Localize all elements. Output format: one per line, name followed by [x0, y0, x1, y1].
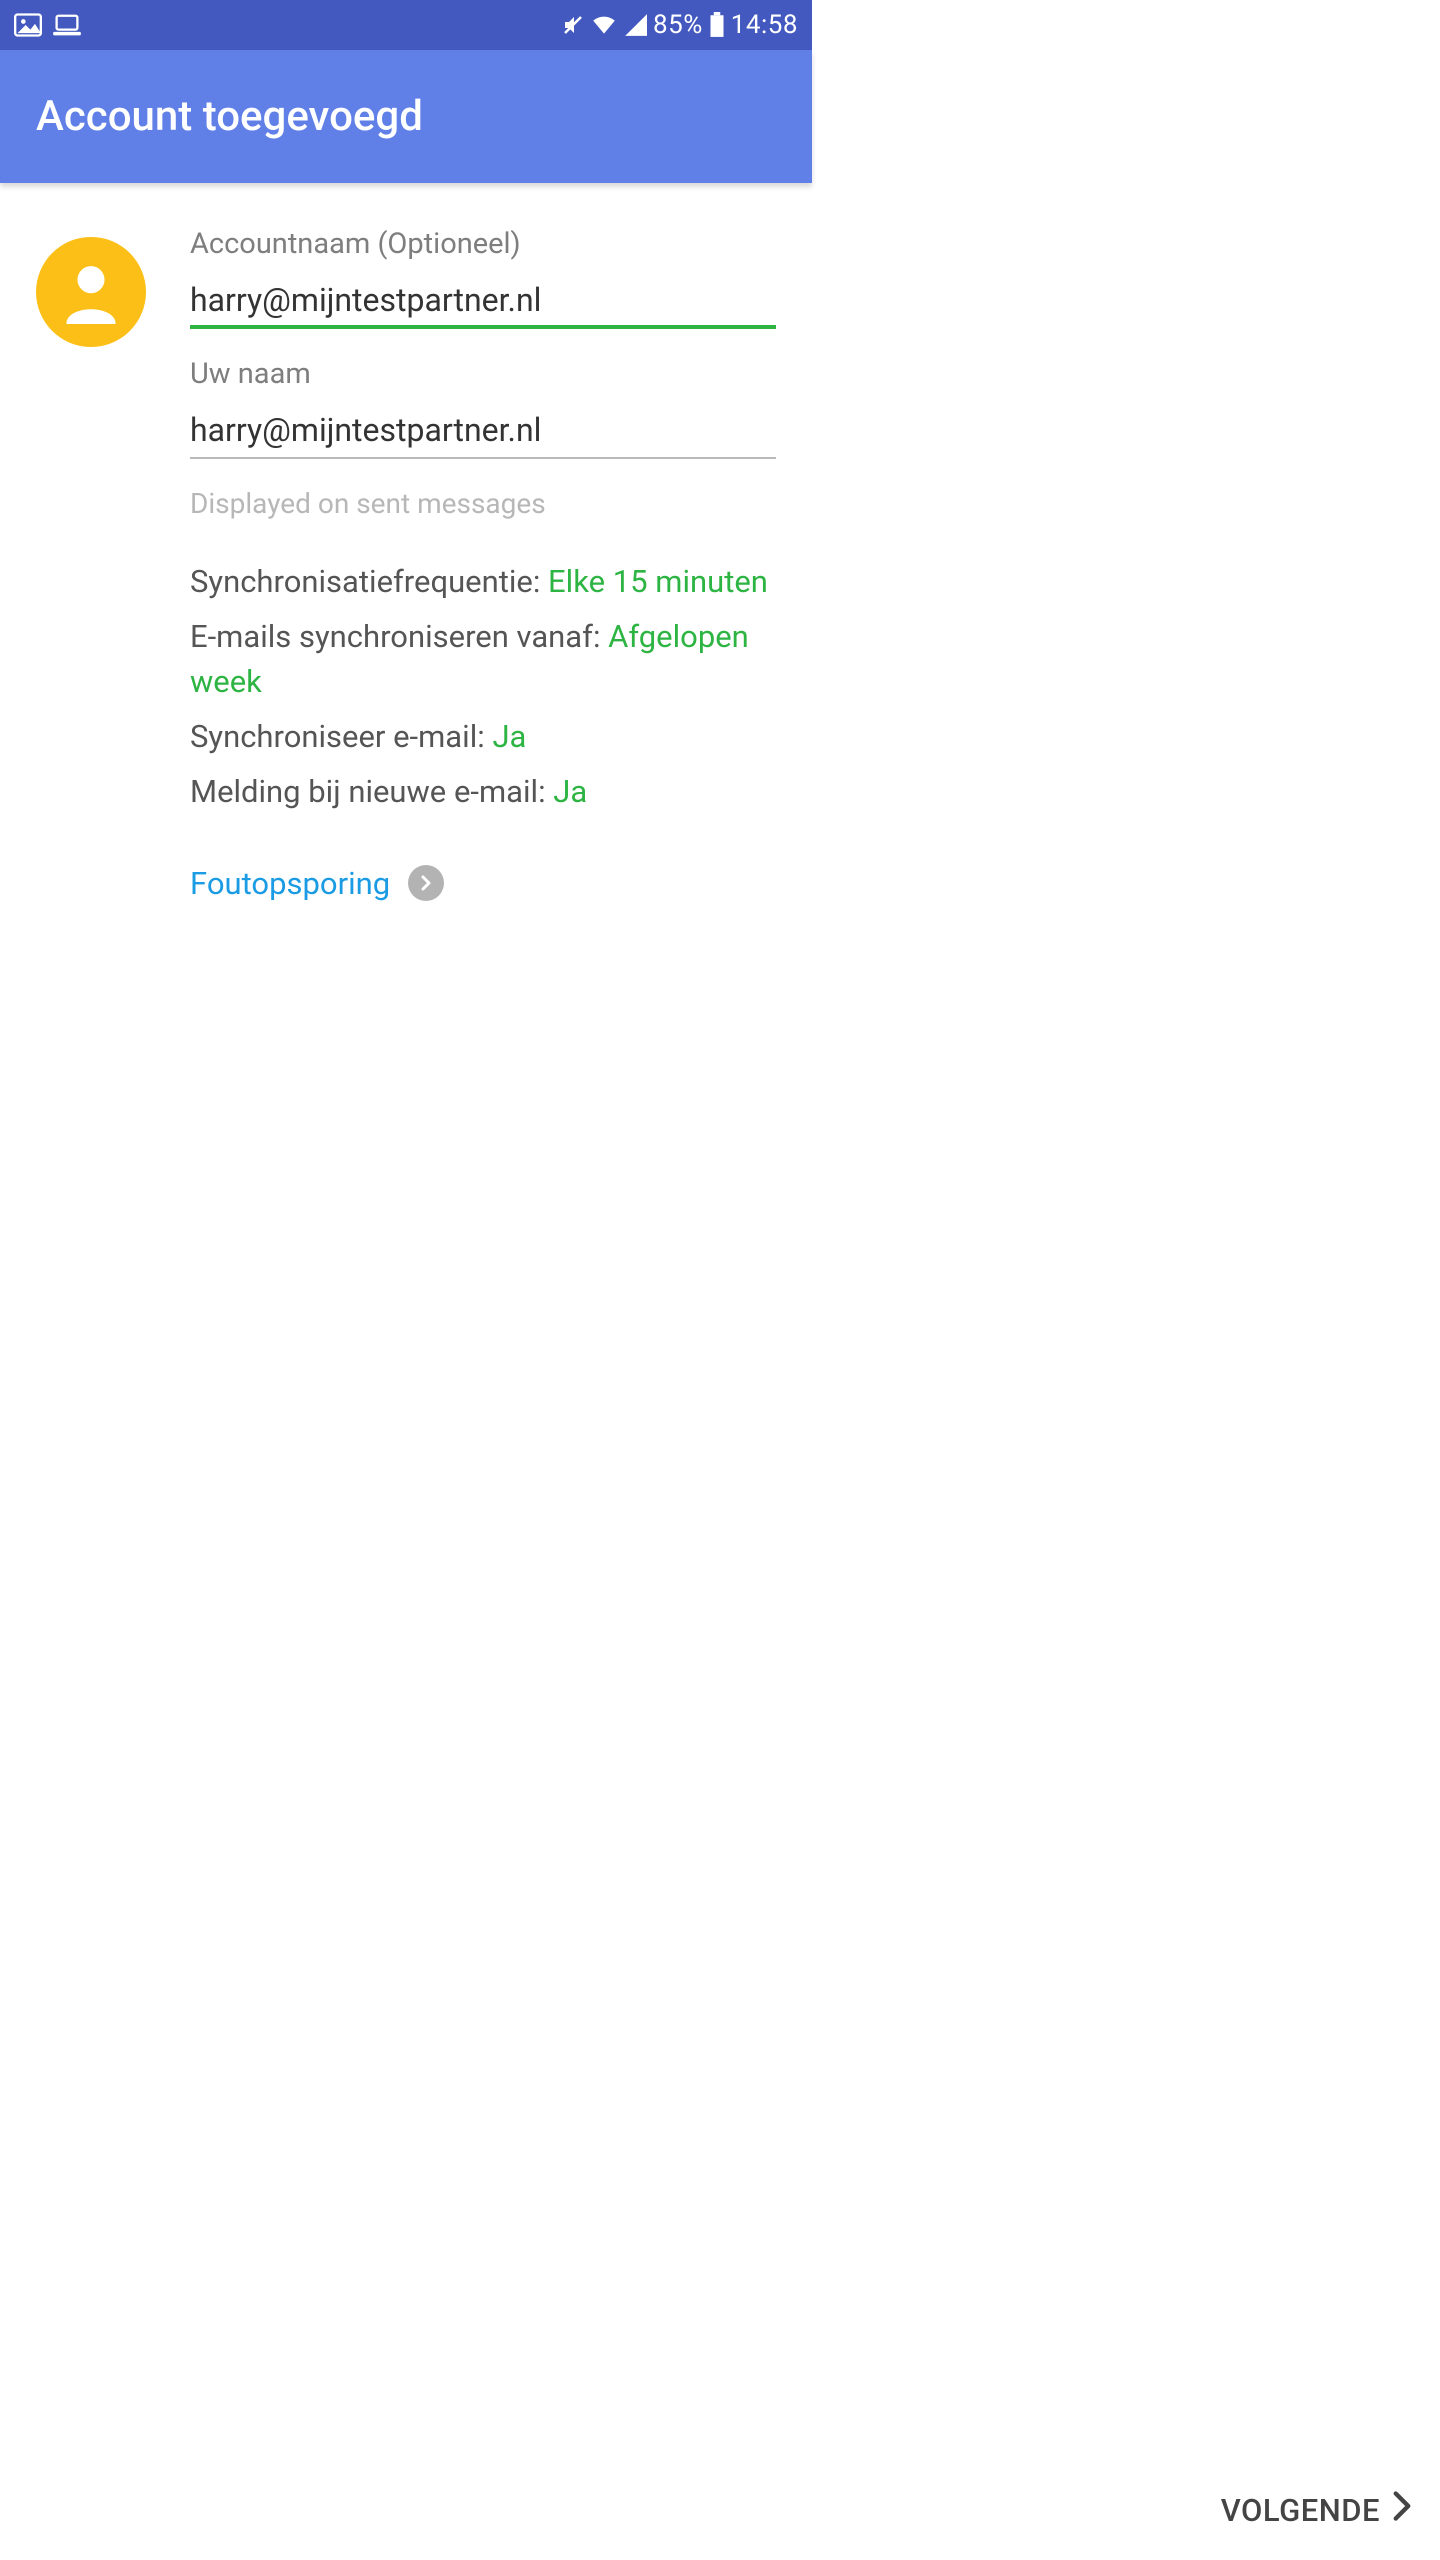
- setting-value: Ja: [492, 718, 526, 755]
- mute-icon: [561, 13, 585, 37]
- battery-percent: 85%: [653, 10, 703, 40]
- account-name-input[interactable]: [190, 281, 776, 329]
- laptop-icon: [52, 13, 82, 37]
- next-button[interactable]: VOLGENDE: [1221, 2491, 1412, 2529]
- debug-link[interactable]: Foutopsporing: [190, 865, 776, 902]
- page-title: Account toegevoegd: [36, 92, 423, 141]
- next-button-label: VOLGENDE: [1221, 2492, 1380, 2529]
- setting-sync-email[interactable]: Synchroniseer e-mail: Ja: [190, 715, 776, 760]
- chevron-right-icon: [1392, 2491, 1412, 2529]
- wifi-icon: [591, 14, 617, 36]
- setting-label: E-mails synchroniseren vanaf:: [190, 618, 608, 655]
- setting-label: Melding bij nieuwe e-mail:: [190, 773, 553, 810]
- avatar: [36, 237, 146, 347]
- setting-value: Ja: [553, 773, 587, 810]
- setting-label: Synchronisatiefrequentie:: [190, 563, 548, 600]
- setting-sync-from[interactable]: E-mails synchroniseren vanaf: Afgelopen …: [190, 615, 776, 705]
- picture-icon: [14, 13, 42, 37]
- clock-time: 14:58: [731, 10, 798, 40]
- status-bar: 85% 14:58: [0, 0, 812, 50]
- setting-notify-new-mail[interactable]: Melding bij nieuwe e-mail: Ja: [190, 770, 776, 815]
- setting-label: Synchroniseer e-mail:: [190, 718, 492, 755]
- your-name-input[interactable]: [190, 411, 776, 457]
- your-name-label: Uw naam: [190, 357, 776, 391]
- cell-signal-icon: [623, 14, 647, 36]
- chevron-right-icon: [408, 865, 444, 901]
- setting-value: Elke 15 minuten: [548, 563, 768, 600]
- helper-text: Displayed on sent messages: [190, 487, 776, 520]
- battery-icon: [709, 12, 725, 38]
- setting-sync-frequency[interactable]: Synchronisatiefrequentie: Elke 15 minute…: [190, 560, 776, 605]
- debug-link-label: Foutopsporing: [190, 865, 390, 902]
- app-bar: Account toegevoegd: [0, 50, 812, 183]
- account-name-label: Accountnaam (Optioneel): [190, 227, 776, 261]
